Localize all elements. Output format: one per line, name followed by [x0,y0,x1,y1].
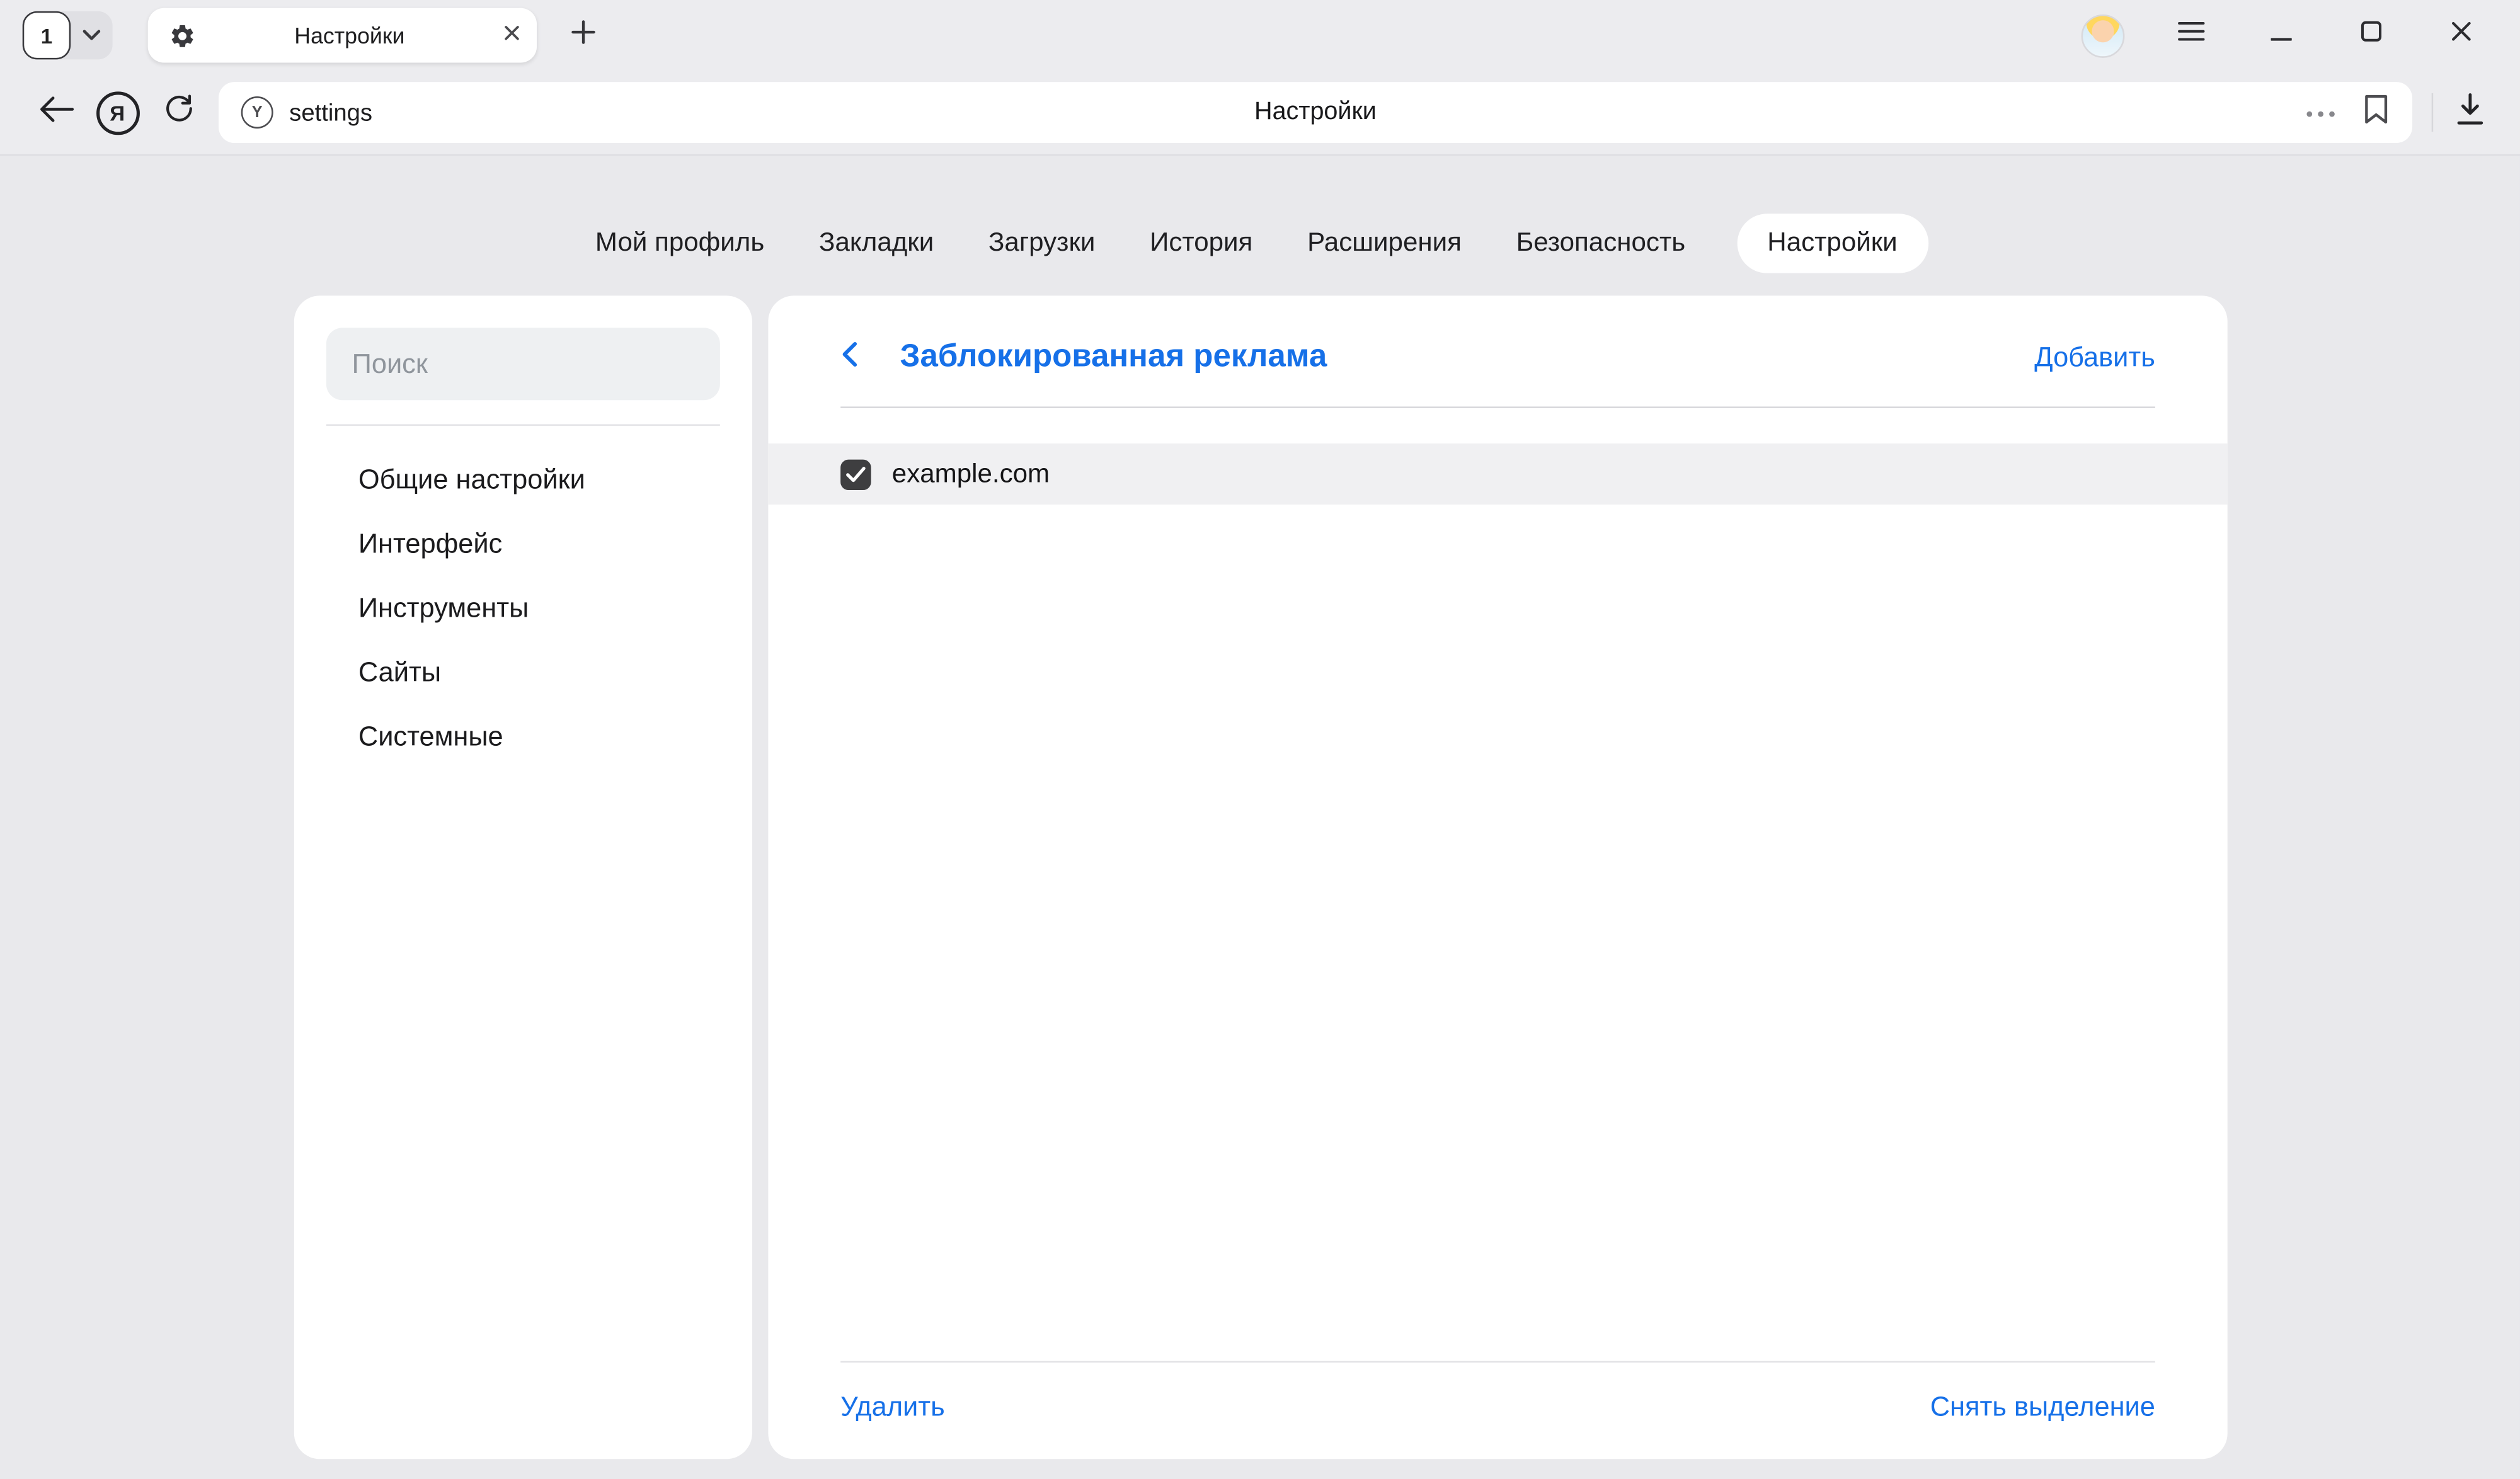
reload-button[interactable] [148,82,209,143]
check-icon [845,465,866,483]
hamburger-icon [2177,21,2204,50]
browser-toolbar: Я Y settings Настройки [0,71,2520,156]
more-icon [2305,98,2337,127]
browser-window: 1 Настройки [0,0,2520,1478]
tab-dropdown-button[interactable] [71,11,112,60]
download-button[interactable] [2439,82,2500,143]
blocked-ads-panel: Заблокированная реклама Добавить example… [768,295,2227,1459]
sidebar-item-tools[interactable]: Инструменты [326,577,720,641]
sidebar-item-general[interactable]: Общие настройки [326,448,720,513]
tab-counter-button[interactable]: 1 [23,11,71,60]
minimize-icon [2270,21,2291,50]
panel-header: Заблокированная реклама Добавить [768,295,2227,406]
site-favicon-icon: Y [241,96,273,128]
settings-nav-tabs: Мой профиль Закладки Загрузки История Ра… [0,156,2520,295]
chevron-down-icon [82,21,101,50]
minimize-button[interactable] [2257,11,2305,60]
panel-back-button[interactable] [840,340,858,375]
chevron-left-icon [840,340,858,375]
tab-settings[interactable]: Настройки [1737,214,1928,273]
sidebar-item-system[interactable]: Системные [326,705,720,770]
sidebar-item-sites[interactable]: Сайты [326,641,720,705]
list-item[interactable]: example.com [768,443,2227,505]
row-checkbox[interactable] [840,459,871,489]
close-icon [503,21,520,50]
tab-my-profile[interactable]: Мой профиль [592,214,768,273]
tab-title: Настройки [196,23,503,49]
tab-bookmarks[interactable]: Закладки [816,214,937,273]
yandex-button[interactable]: Я [87,82,148,143]
panel-title: Заблокированная реклама [900,339,2035,376]
maximize-button[interactable] [2346,11,2395,60]
toolbar-divider [2432,93,2434,132]
back-button[interactable] [26,82,87,143]
tab-history[interactable]: История [1147,214,1256,273]
settings-sidebar: Общие настройки Интерфейс Инструменты Са… [294,295,752,1459]
blocked-ads-list: example.com [768,408,2227,1361]
page-title: Настройки [219,98,2412,127]
back-arrow-icon [38,94,74,131]
close-icon [2450,21,2471,50]
sidebar-item-interface[interactable]: Интерфейс [326,513,720,577]
bookmark-icon [2362,93,2390,133]
gear-icon [169,21,196,49]
sidebar-divider [326,424,720,426]
download-icon [2454,91,2486,134]
settings-browser-tab[interactable]: Настройки [148,8,537,63]
tab-strip: 1 Настройки [0,0,2520,71]
panel-footer: Удалить Снять выделение [768,1362,2227,1459]
add-button[interactable]: Добавить [2034,341,2155,374]
new-tab-button[interactable] [559,11,608,60]
tab-downloads[interactable]: Загрузки [985,214,1099,273]
tab-close-button[interactable] [503,21,520,50]
plus-icon [571,18,597,52]
delete-button[interactable]: Удалить [840,1391,945,1424]
row-domain-label: example.com [892,459,1050,489]
yandex-icon: Я [96,91,139,134]
menu-button[interactable] [2167,11,2215,60]
url-text: settings [289,99,372,126]
bookmark-button[interactable] [2362,93,2390,133]
avatar[interactable] [2082,14,2125,57]
tab-counter-control[interactable]: 1 [23,11,113,60]
settings-page: Мой профиль Закладки Загрузки История Ра… [0,156,2520,1478]
deselect-button[interactable]: Снять выделение [1930,1391,2155,1424]
search-input[interactable] [326,328,720,400]
tab-extensions[interactable]: Расширения [1304,214,1465,273]
close-window-button[interactable] [2436,11,2485,60]
maximize-icon [2360,21,2381,50]
reload-icon [161,91,195,133]
tab-security[interactable]: Безопасность [1513,214,1689,273]
more-button[interactable] [2305,98,2337,127]
address-bar[interactable]: Y settings Настройки [219,82,2412,143]
